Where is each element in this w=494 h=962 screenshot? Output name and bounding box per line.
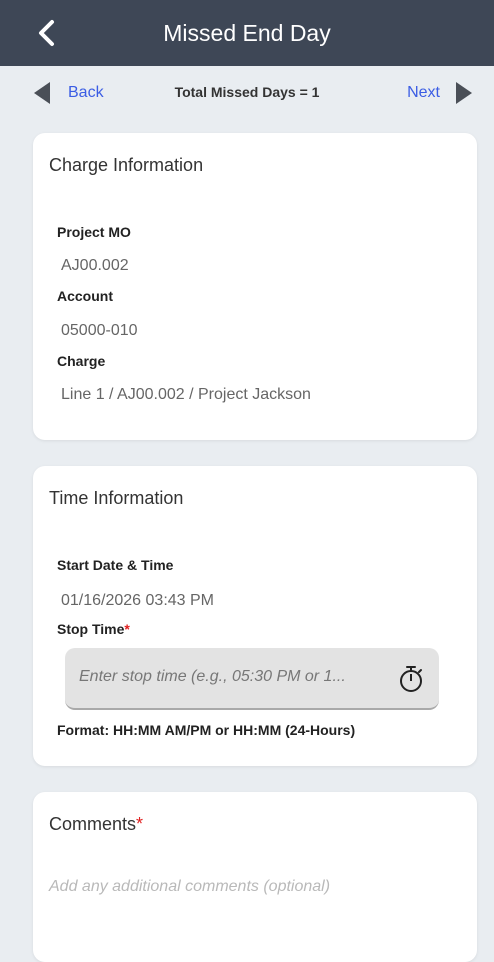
stop-time-input[interactable]: Enter stop time (e.g., 05:30 PM or 1... bbox=[65, 648, 439, 710]
charge-label: Charge bbox=[57, 353, 106, 369]
comments-card: Comments* Add any additional comments (o… bbox=[33, 792, 477, 962]
back-label: Back bbox=[68, 84, 104, 101]
next-button[interactable]: Next bbox=[407, 80, 472, 106]
comments-title-text: Comments bbox=[49, 814, 137, 834]
time-information-card: Time Information Start Date & Time 01/16… bbox=[33, 466, 477, 766]
arrow-right-icon bbox=[456, 82, 472, 104]
stop-time-placeholder: Enter stop time (e.g., 05:30 PM or 1... bbox=[79, 668, 346, 685]
stopwatch-icon[interactable] bbox=[397, 664, 425, 694]
comments-input[interactable]: Add any additional comments (optional) bbox=[49, 864, 459, 944]
arrow-left-icon bbox=[34, 82, 50, 104]
comments-title: Comments* bbox=[49, 814, 143, 835]
account-label: Account bbox=[57, 288, 113, 304]
time-card-title: Time Information bbox=[49, 488, 184, 508]
charge-information-card: Charge Information Project MO AJ00.002 A… bbox=[33, 133, 477, 440]
stop-time-label-text: Stop Time bbox=[57, 621, 125, 637]
project-value: AJ00.002 bbox=[61, 257, 129, 274]
charge-value: Line 1 / AJ00.002 / Project Jackson bbox=[61, 386, 311, 403]
start-label: Start Date & Time bbox=[57, 557, 174, 573]
back-button[interactable]: Back bbox=[34, 80, 104, 106]
comments-placeholder: Add any additional comments (optional) bbox=[49, 878, 331, 895]
account-value: 05000-010 bbox=[61, 322, 138, 339]
project-label: Project MO bbox=[57, 224, 131, 240]
start-value: 01/16/2026 03:43 PM bbox=[61, 592, 215, 609]
app-header: Missed End Day bbox=[0, 0, 494, 66]
format-hint: Format: HH:MM AM/PM or HH:MM (24-Hours) bbox=[57, 722, 356, 738]
day-navigation: Total Missed Days = 1 Back Next bbox=[0, 66, 494, 118]
stop-time-label: Stop Time* bbox=[57, 621, 130, 637]
required-marker: * bbox=[136, 814, 144, 834]
page-title: Missed End Day bbox=[163, 20, 331, 46]
charge-card-title: Charge Information bbox=[49, 155, 204, 175]
required-marker: * bbox=[124, 621, 130, 637]
next-label: Next bbox=[407, 84, 440, 101]
